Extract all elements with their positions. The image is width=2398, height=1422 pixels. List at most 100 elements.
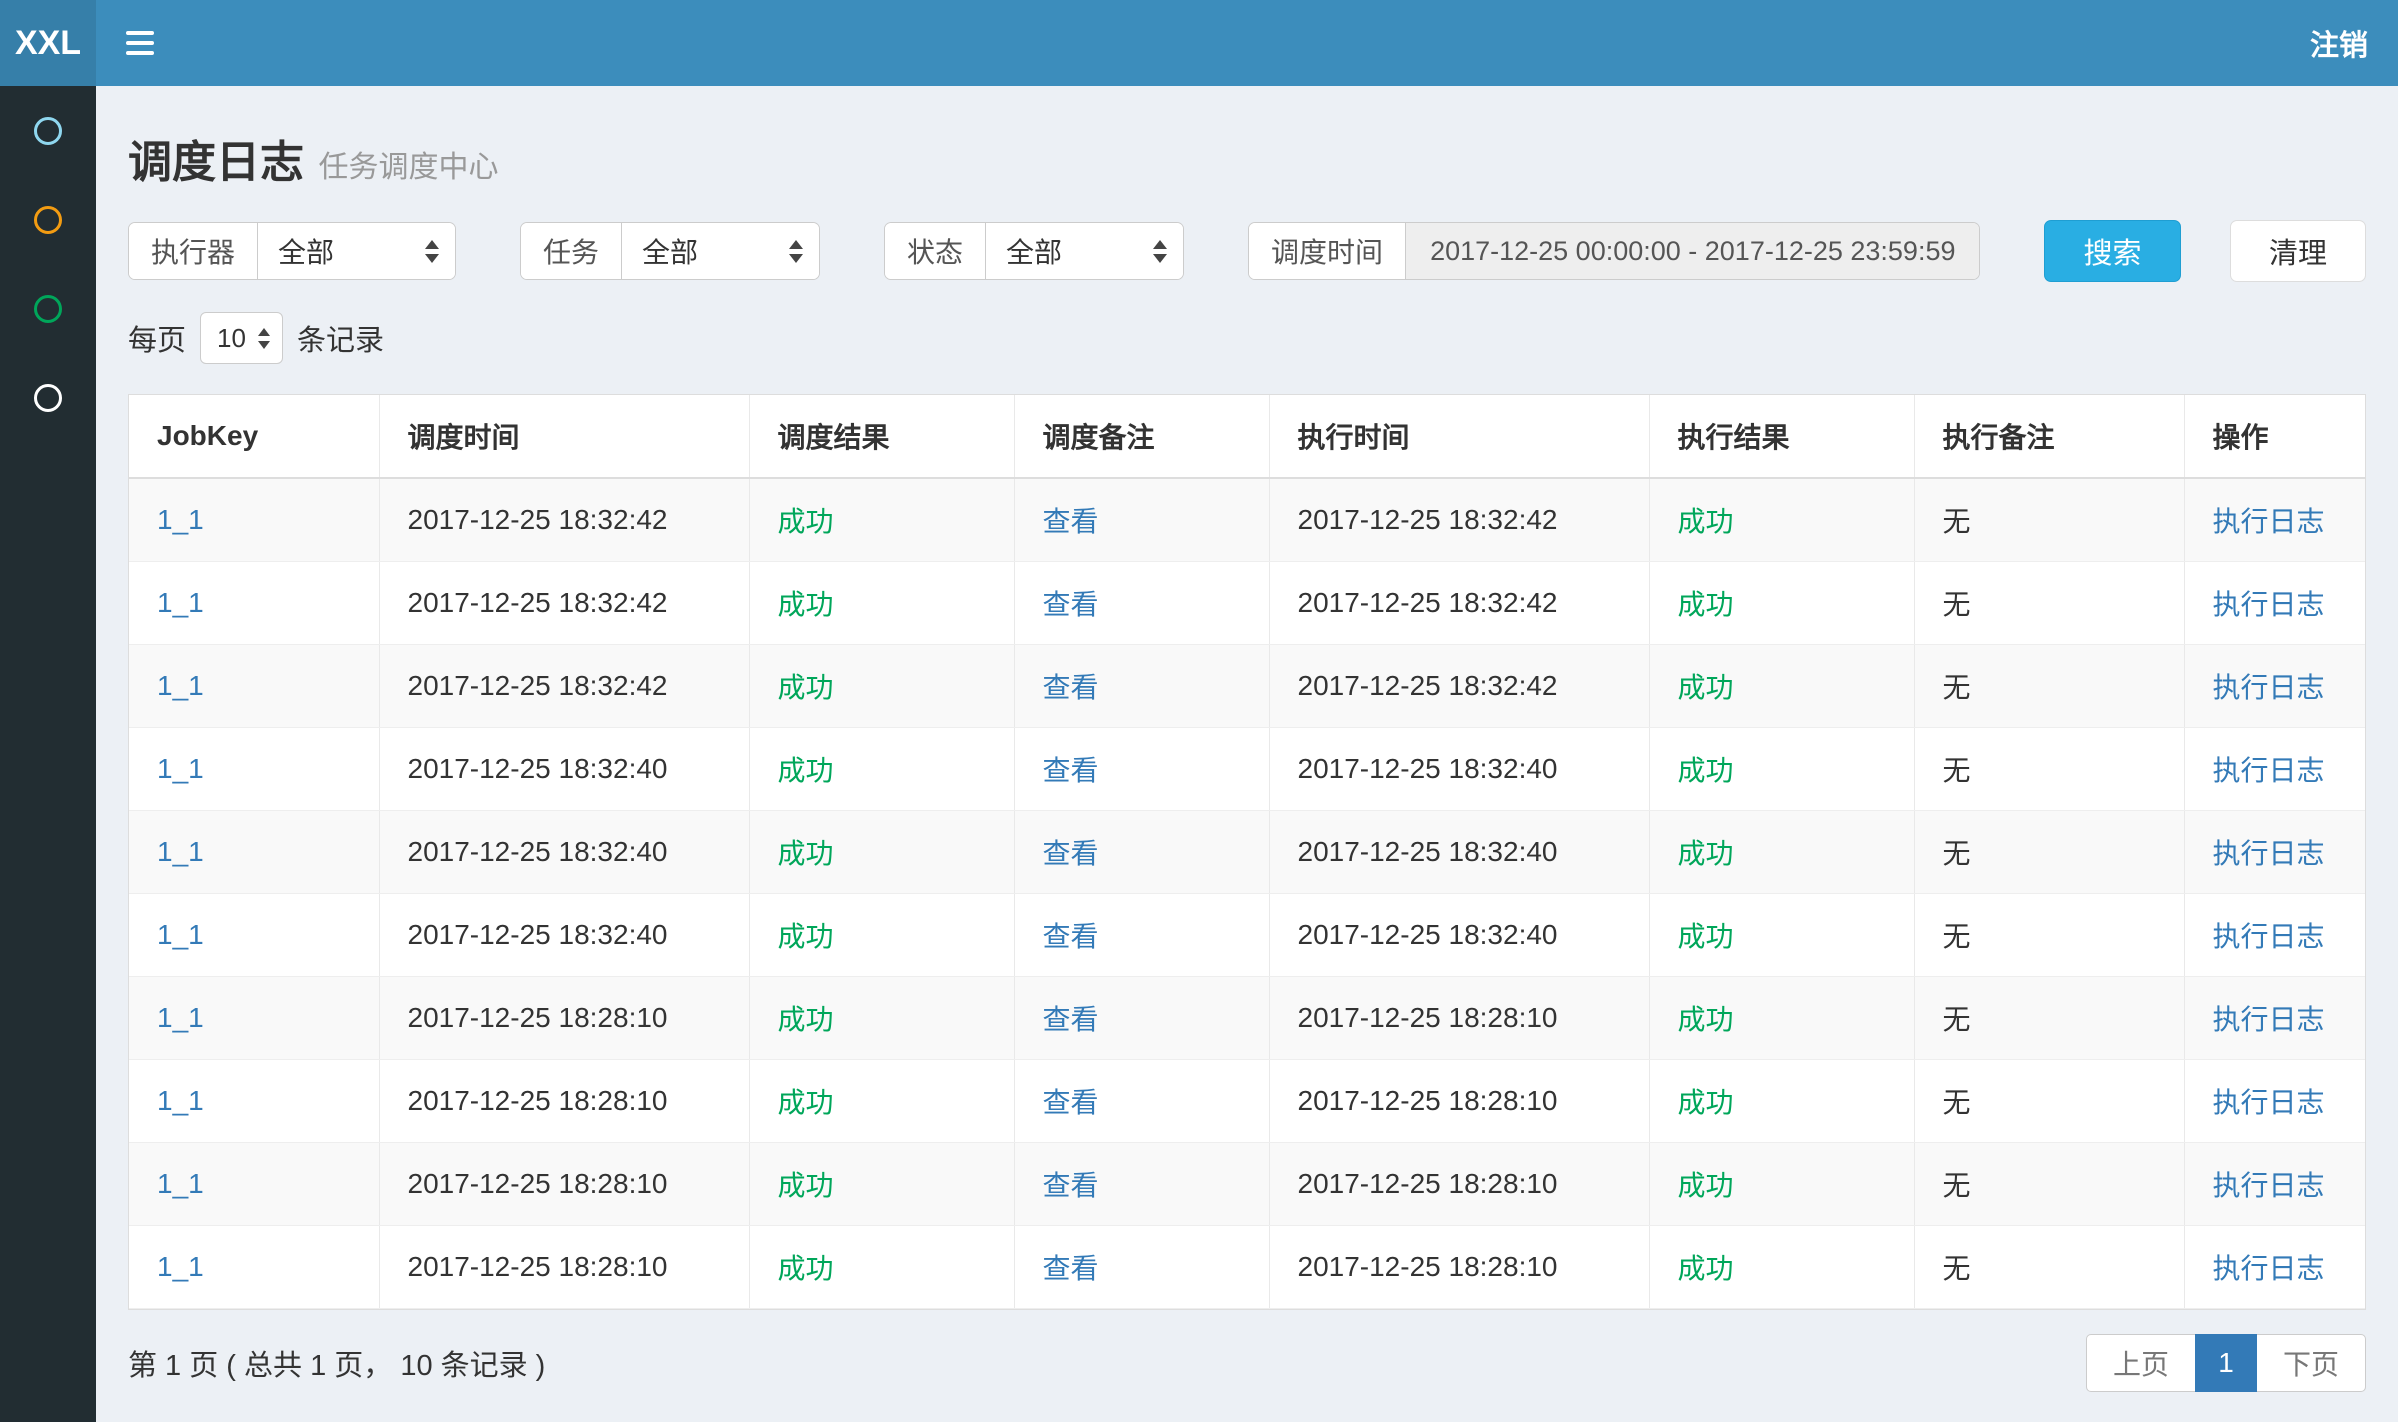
sidebar-toggle-button[interactable]: [96, 0, 184, 86]
exec-log-link[interactable]: 执行日志: [2213, 672, 2325, 703]
jobkey-link[interactable]: 1_1: [157, 1002, 204, 1033]
handle-msg-cell: 无: [1914, 728, 2184, 811]
page-1-button[interactable]: 1: [2195, 1334, 2257, 1392]
view-link[interactable]: 查看: [1043, 1004, 1099, 1035]
jobkey-link[interactable]: 1_1: [157, 753, 204, 784]
jobkey-link[interactable]: 1_1: [157, 670, 204, 701]
job-select[interactable]: 全部: [621, 223, 819, 279]
trigger-msg-cell: 查看: [1014, 562, 1269, 645]
pagination: 上页 1 下页: [2086, 1334, 2366, 1392]
trigger-result-cell: 成功: [749, 478, 1014, 562]
view-link[interactable]: 查看: [1043, 1253, 1099, 1284]
executor-select[interactable]: 全部: [257, 223, 455, 279]
trigger-msg-cell: 查看: [1014, 1143, 1269, 1226]
view-link[interactable]: 查看: [1043, 589, 1099, 620]
trigger-time-cell: 2017-12-25 18:32:40: [379, 811, 749, 894]
handle-time-cell: 2017-12-25 18:28:10: [1269, 977, 1649, 1060]
view-link[interactable]: 查看: [1043, 672, 1099, 703]
table-row: 1_1 2017-12-25 18:28:10 成功 查看 2017-12-25…: [129, 1060, 2365, 1143]
sidebar-item-1[interactable]: [0, 86, 96, 175]
trigger-result-cell: 成功: [749, 1060, 1014, 1143]
trigger-time-cell: 2017-12-25 18:32:42: [379, 645, 749, 728]
trigger-msg-cell: 查看: [1014, 645, 1269, 728]
trigger-result-cell: 成功: [749, 562, 1014, 645]
view-link[interactable]: 查看: [1043, 921, 1099, 952]
circle-icon: [34, 206, 62, 234]
page-size-value: 10: [217, 323, 246, 354]
view-link[interactable]: 查看: [1043, 838, 1099, 869]
handle-result-cell: 成功: [1649, 645, 1914, 728]
log-table-panel: JobKey 调度时间 调度结果 调度备注 执行时间 执行结果 执行备注 操作 …: [128, 394, 2366, 1310]
table-row: 1_1 2017-12-25 18:32:40 成功 查看 2017-12-25…: [129, 894, 2365, 977]
trigger-msg-cell: 查看: [1014, 478, 1269, 562]
job-select-value: 全部: [642, 231, 763, 271]
exec-log-link[interactable]: 执行日志: [2213, 589, 2325, 620]
handle-time-cell: 2017-12-25 18:32:42: [1269, 478, 1649, 562]
handle-time-cell: 2017-12-25 18:28:10: [1269, 1060, 1649, 1143]
exec-log-link[interactable]: 执行日志: [2213, 838, 2325, 869]
jobkey-cell: 1_1: [129, 728, 379, 811]
column-header-handle-result: 执行结果: [1649, 395, 1914, 478]
table-row: 1_1 2017-12-25 18:28:10 成功 查看 2017-12-25…: [129, 977, 2365, 1060]
exec-log-link[interactable]: 执行日志: [2213, 755, 2325, 786]
exec-log-link[interactable]: 执行日志: [2213, 506, 2325, 537]
exec-log-link[interactable]: 执行日志: [2213, 1170, 2325, 1201]
handle-time-cell: 2017-12-25 18:32:40: [1269, 811, 1649, 894]
jobkey-link[interactable]: 1_1: [157, 836, 204, 867]
column-header-jobkey: JobKey: [129, 395, 379, 478]
jobkey-link[interactable]: 1_1: [157, 1251, 204, 1282]
circle-icon: [34, 117, 62, 145]
view-link[interactable]: 查看: [1043, 755, 1099, 786]
logout-link[interactable]: 注销: [2280, 0, 2398, 86]
status-filter-label: 状态: [885, 223, 985, 279]
clear-button[interactable]: 清理: [2230, 220, 2366, 282]
next-page-button[interactable]: 下页: [2256, 1334, 2366, 1392]
trigger-time-cell: 2017-12-25 18:32:42: [379, 478, 749, 562]
sidebar-item-4[interactable]: [0, 353, 96, 442]
filter-bar: 执行器 全部 任务 全部 状态 全部 调度时间 2017-12-25 00:00…: [128, 220, 2366, 282]
trigger-msg-cell: 查看: [1014, 811, 1269, 894]
jobkey-link[interactable]: 1_1: [157, 919, 204, 950]
jobkey-link[interactable]: 1_1: [157, 504, 204, 535]
table-footer: 第 1 页 ( 总共 1 页， 10 条记录 ) 上页 1 下页: [128, 1334, 2366, 1392]
sidebar-item-3[interactable]: [0, 264, 96, 353]
status-select[interactable]: 全部: [985, 223, 1183, 279]
jobkey-link[interactable]: 1_1: [157, 1168, 204, 1199]
trigger-time-cell: 2017-12-25 18:32:42: [379, 562, 749, 645]
view-link[interactable]: 查看: [1043, 506, 1099, 537]
trigger-time-cell: 2017-12-25 18:28:10: [379, 977, 749, 1060]
sidebar: [0, 86, 96, 1422]
handle-result-cell: 成功: [1649, 1060, 1914, 1143]
page-size-select[interactable]: 10: [200, 312, 283, 364]
table-row: 1_1 2017-12-25 18:32:42 成功 查看 2017-12-25…: [129, 478, 2365, 562]
column-header-trigger-msg: 调度备注: [1014, 395, 1269, 478]
log-table: JobKey 调度时间 调度结果 调度备注 执行时间 执行结果 执行备注 操作 …: [129, 395, 2365, 1309]
view-link[interactable]: 查看: [1043, 1087, 1099, 1118]
handle-time-cell: 2017-12-25 18:32:40: [1269, 728, 1649, 811]
job-filter-group: 任务 全部: [520, 222, 820, 280]
view-link[interactable]: 查看: [1043, 1170, 1099, 1201]
prev-page-button[interactable]: 上页: [2086, 1334, 2196, 1392]
exec-log-link[interactable]: 执行日志: [2213, 1087, 2325, 1118]
column-header-trigger-time: 调度时间: [379, 395, 749, 478]
table-header-row: JobKey 调度时间 调度结果 调度备注 执行时间 执行结果 执行备注 操作: [129, 395, 2365, 478]
app-logo[interactable]: XXL: [0, 0, 96, 86]
trigger-result-cell: 成功: [749, 1226, 1014, 1309]
exec-log-link[interactable]: 执行日志: [2213, 921, 2325, 952]
select-arrows-icon: [258, 328, 270, 349]
exec-log-link[interactable]: 执行日志: [2213, 1004, 2325, 1035]
trigger-result-cell: 成功: [749, 728, 1014, 811]
search-button[interactable]: 搜索: [2044, 220, 2180, 282]
jobkey-cell: 1_1: [129, 645, 379, 728]
trigger-msg-cell: 查看: [1014, 728, 1269, 811]
sidebar-item-2[interactable]: [0, 175, 96, 264]
trigger-time-range-input[interactable]: 2017-12-25 00:00:00 - 2017-12-25 23:59:5…: [1405, 223, 1979, 279]
trigger-msg-cell: 查看: [1014, 977, 1269, 1060]
handle-result-cell: 成功: [1649, 728, 1914, 811]
hamburger-icon: [126, 31, 154, 35]
jobkey-link[interactable]: 1_1: [157, 1085, 204, 1116]
handle-result-cell: 成功: [1649, 478, 1914, 562]
exec-log-link[interactable]: 执行日志: [2213, 1253, 2325, 1284]
jobkey-link[interactable]: 1_1: [157, 587, 204, 618]
trigger-msg-cell: 查看: [1014, 1226, 1269, 1309]
